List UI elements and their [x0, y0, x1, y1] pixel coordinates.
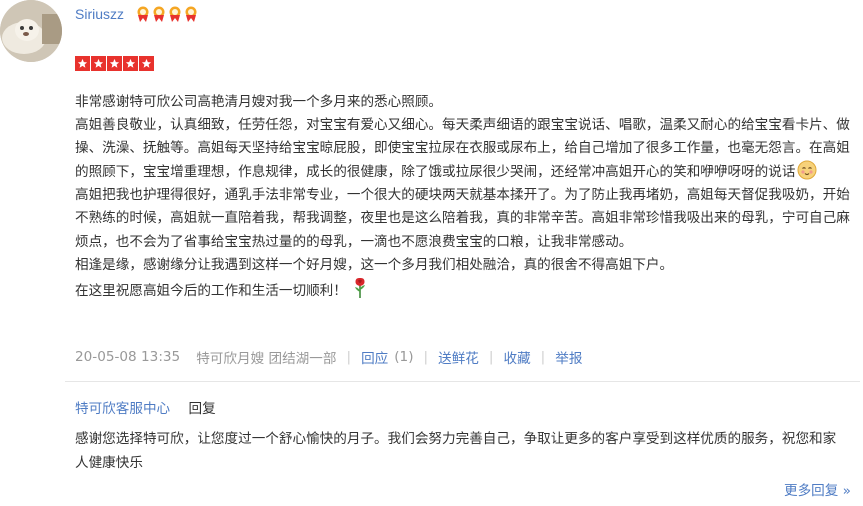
send-flowers-link[interactable]: 送鲜花 [438, 347, 479, 367]
review-paragraph: 非常感谢特可欣公司高艳清月嫂对我一个多月来的悉心照顾。 [75, 94, 443, 110]
favorite-link[interactable]: 收藏 [503, 347, 530, 367]
crown-icon [137, 6, 149, 22]
review-date: 20-05-08 13:35 [75, 349, 181, 365]
star-icon [75, 56, 90, 71]
crown-icon [185, 6, 197, 22]
merchant-name[interactable]: 特可欣客服中心 [75, 401, 170, 417]
review-meta: 20-05-08 13:35 特可欣月嫂 团结湖一部 | 回应 (1) | 送鲜… [75, 347, 582, 367]
separator: | [488, 349, 494, 365]
star-icon [123, 56, 138, 71]
star-icon [91, 56, 106, 71]
report-link[interactable]: 举报 [555, 347, 582, 367]
separator: | [540, 349, 546, 365]
reply-label: 回复 [188, 401, 216, 417]
username[interactable]: Siriuszz [75, 6, 124, 22]
reply-count: (1) [394, 349, 414, 365]
review-text: 非常感谢特可欣公司高艳清月嫂对我一个多月来的悉心照顾。 高姐善良敬业，认真细致，… [75, 91, 859, 303]
reply-link[interactable]: 回应 [361, 347, 388, 367]
avatar[interactable] [0, 0, 62, 62]
review-paragraph: 高姐把我也护理得很好，通乳手法非常专业，一个很大的硬块两天就基本揉开了。为了防止… [75, 187, 850, 250]
crown-icon [169, 6, 181, 22]
review-paragraph: 高姐善良敬业，认真细致，任劳任怨，对宝宝有爱心又细心。每天柔声细语的跟宝宝说话、… [75, 117, 850, 181]
merchant-reply-text: 感谢您选择特可欣，让您度过一个舒心愉快的月子。我们会努力完善自己，争取让更多的客… [75, 431, 837, 471]
user-level-crowns [136, 6, 198, 22]
merchant-reply-header: 特可欣客服中心 回复 [75, 397, 216, 417]
smiley-icon [797, 160, 817, 180]
separator: | [423, 349, 429, 365]
review-paragraph: 相逢是缘，感谢缘分让我遇到这样一个好月嫂，这一个多月我们相处融洽，真的很舍不得高… [75, 256, 674, 273]
separator: | [346, 349, 352, 365]
crown-icon [153, 6, 165, 22]
avatar-image [0, 0, 62, 62]
star-icon [139, 56, 154, 71]
rose-icon [354, 277, 365, 298]
review-paragraph: 在这里祝愿高姐今后的工作和生活一切顺利！ [75, 277, 859, 303]
star-rating [75, 56, 154, 71]
more-replies-link[interactable]: 更多回复 » [784, 479, 851, 499]
star-icon [107, 56, 122, 71]
review-product: 特可欣月嫂 团结湖一部 [196, 351, 337, 367]
divider [65, 381, 860, 382]
